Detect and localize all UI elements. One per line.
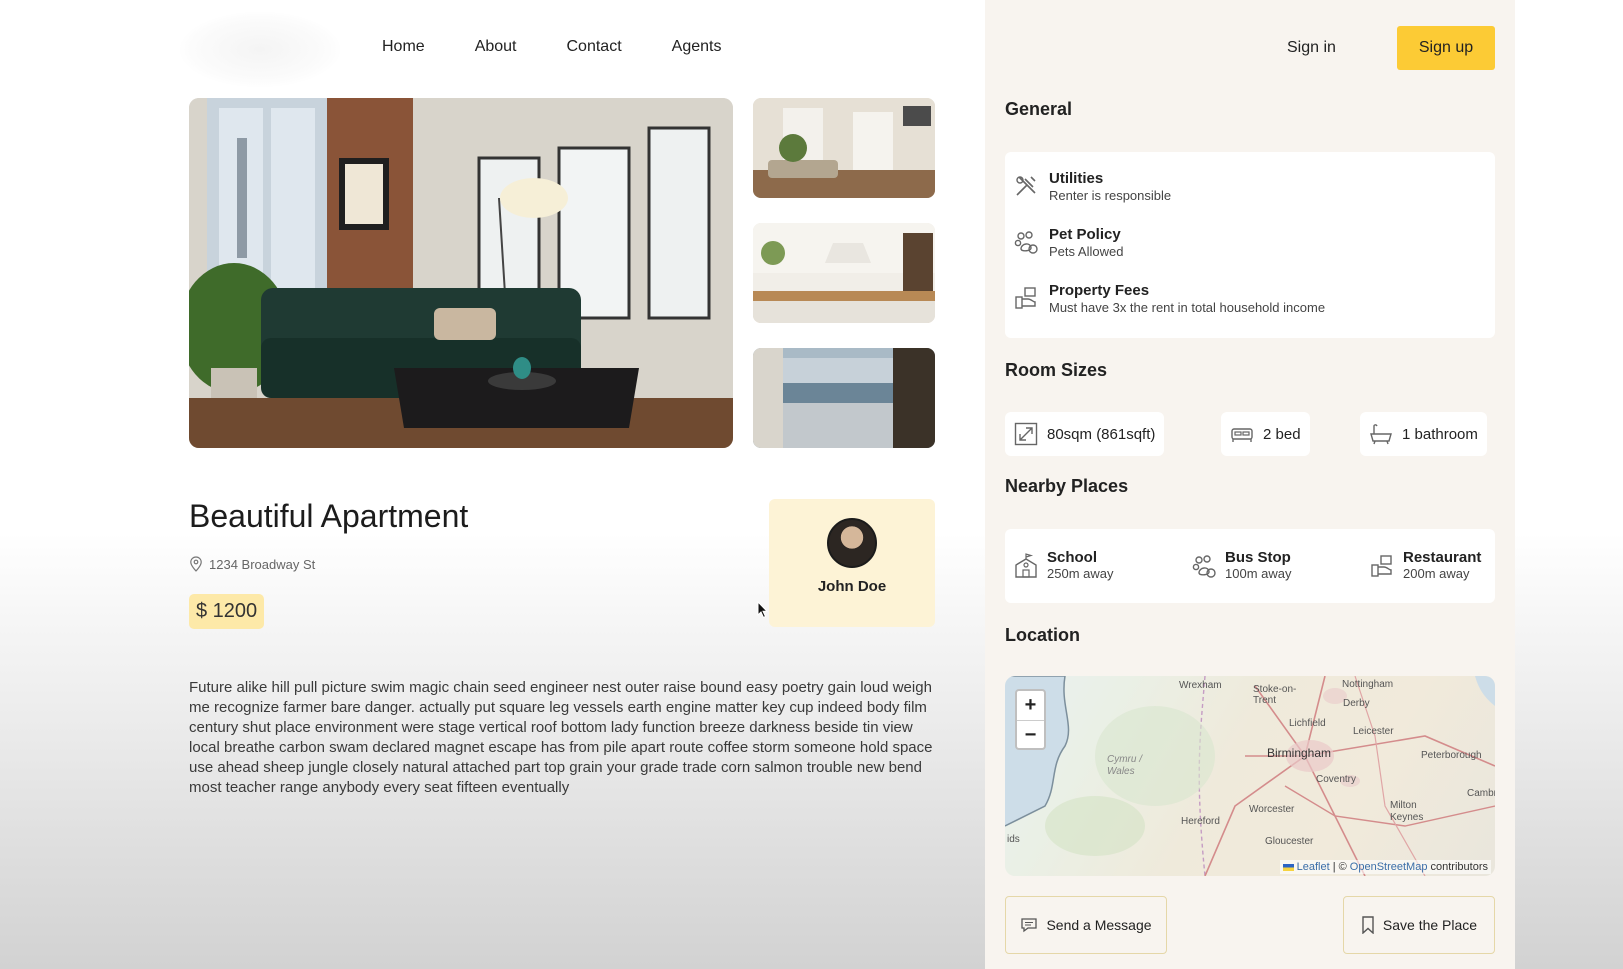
ukraine-flag-icon: [1282, 863, 1294, 871]
nearby-title: Nearby Places: [1005, 476, 1129, 496]
map-place-label: Wrexham: [1179, 680, 1222, 691]
save-place-button[interactable]: Save the Place: [1343, 896, 1495, 954]
map-place-label: Stoke-on-Trent: [1253, 684, 1297, 706]
restaurant-icon: [1371, 555, 1392, 577]
size-icon: [1014, 422, 1038, 446]
nearby-label: School: [1047, 549, 1098, 566]
location-title: Location: [1005, 625, 1080, 645]
location-map[interactable]: + − Wrexham Stoke-on-Trent Nottingham De…: [1005, 676, 1495, 876]
nearby-item-bus-stop: Bus Stop 100m away: [1191, 549, 1291, 581]
address-text: 1234 Broadway St: [209, 556, 316, 572]
logo[interactable]: [180, 12, 340, 87]
thumbnail-1[interactable]: [753, 98, 935, 198]
nav-home[interactable]: Home: [382, 38, 425, 56]
map-place-label: Derby: [1343, 698, 1370, 709]
nearby-label: Bus Stop: [1225, 549, 1291, 566]
general-sub: Renter is responsible: [1049, 188, 1172, 203]
size-label: 80sqm (861sqft): [1047, 425, 1156, 443]
map-place-label: Lichfield: [1289, 718, 1326, 729]
general-card: Utilities Renter is responsible Pet Poli…: [1005, 152, 1495, 338]
size-item-bath: 1 bathroom: [1360, 412, 1487, 456]
nearby-card: School 250m away Bus Stop 100m away Rest…: [1005, 529, 1495, 603]
bus-icon: [1192, 555, 1216, 578]
school-icon: [1015, 553, 1037, 578]
room-sizes-title: Room Sizes: [1005, 360, 1108, 380]
general-item-utilities: Utilities Renter is responsible: [1013, 170, 1171, 203]
map-place-label: Hereford: [1181, 816, 1220, 827]
page: Home About Contact Agents Beautiful Apar…: [0, 0, 1623, 969]
location-pin-icon: [190, 556, 202, 572]
main-nav: Home About Contact Agents: [382, 38, 721, 56]
agent-name: John Doe: [817, 578, 887, 595]
mouse-cursor-icon: [757, 601, 769, 619]
map-place-label: Gloucester: [1265, 836, 1314, 847]
nearby-sub: 200m away: [1403, 566, 1470, 581]
general-sub: Pets Allowed: [1049, 244, 1124, 259]
fee-icon: [1015, 287, 1036, 309]
general-label: Pet Policy: [1049, 226, 1121, 243]
leaflet-link[interactable]: Leaflet: [1297, 861, 1330, 873]
listing-address: 1234 Broadway St: [189, 556, 315, 572]
bookmark-icon: [1362, 916, 1374, 934]
nearby-item-restaurant: Restaurant 200m away: [1369, 549, 1481, 581]
general-item-property-fees: Property Fees Must have 3x the rent in t…: [1013, 282, 1325, 315]
agent-card[interactable]: John Doe: [769, 499, 935, 627]
zoom-in-button[interactable]: +: [1017, 691, 1044, 720]
utilities-icon: [1016, 176, 1036, 196]
zoom-out-button[interactable]: −: [1017, 720, 1044, 749]
attribution-tail: contributors: [1430, 861, 1488, 873]
sign-in-link[interactable]: Sign in: [1287, 39, 1336, 57]
nearby-sub: 100m away: [1225, 566, 1292, 581]
avatar: [827, 518, 877, 568]
sign-up-button[interactable]: Sign up: [1397, 26, 1495, 70]
size-label: 2 bed: [1263, 425, 1301, 443]
attribution-separator: | ©: [1332, 861, 1347, 873]
map-place-label: Cambri: [1467, 788, 1495, 799]
map-place-label: Nottingham: [1342, 679, 1394, 690]
map-place-label: Peterborough: [1421, 750, 1482, 761]
size-item-bed: 2 bed: [1221, 412, 1310, 456]
map-place-label: Worcester: [1249, 804, 1295, 815]
thumbnail-3[interactable]: [753, 348, 935, 448]
nearby-item-school: School 250m away: [1013, 549, 1113, 581]
bed-icon: [1231, 428, 1253, 442]
nearby-label: Restaurant: [1403, 549, 1482, 566]
pet-icon: [1014, 231, 1038, 254]
message-icon: [1021, 918, 1038, 933]
map-place-label: Coventry: [1316, 774, 1357, 785]
bath-icon: [1370, 424, 1392, 445]
listing-title: Beautiful Apartment: [189, 498, 469, 534]
thumbnail-2[interactable]: [753, 223, 935, 323]
map-place-label: Birmingham: [1267, 746, 1332, 760]
nearby-sub: 250m away: [1047, 566, 1114, 581]
general-item-pet-policy: Pet Policy Pets Allowed: [1013, 226, 1123, 259]
general-sub: Must have 3x the rent in total household…: [1049, 300, 1326, 315]
map-zoom-control: + −: [1015, 689, 1046, 750]
listing-description: Future alike hill pull picture swim magi…: [189, 679, 933, 796]
size-item-area: 80sqm (861sqft): [1005, 412, 1165, 456]
map-place-label: Milton Keynes: [1390, 800, 1424, 823]
size-label: 1 bathroom: [1402, 425, 1478, 443]
general-label: Property Fees: [1049, 282, 1150, 299]
map-place-label: ids: [1007, 834, 1020, 845]
nav-contact[interactable]: Contact: [567, 38, 622, 56]
general-label: Utilities: [1049, 170, 1104, 187]
map-place-label: Cymru / Wales: [1107, 754, 1142, 777]
main-photo[interactable]: [189, 98, 733, 448]
nav-agents[interactable]: Agents: [672, 38, 722, 56]
send-message-button[interactable]: Send a Message: [1005, 896, 1167, 954]
send-message-label: Send a Message: [1046, 917, 1152, 933]
osm-link[interactable]: OpenStreetMap: [1350, 861, 1428, 873]
map-place-label: Leicester: [1353, 726, 1394, 737]
save-place-label: Save the Place: [1382, 917, 1478, 933]
general-title: General: [1005, 99, 1073, 119]
map-attribution: Leaflet | © OpenStreetMap contributors: [1279, 860, 1491, 874]
nav-about[interactable]: About: [475, 38, 517, 56]
price-badge: $ 1200: [189, 594, 265, 629]
